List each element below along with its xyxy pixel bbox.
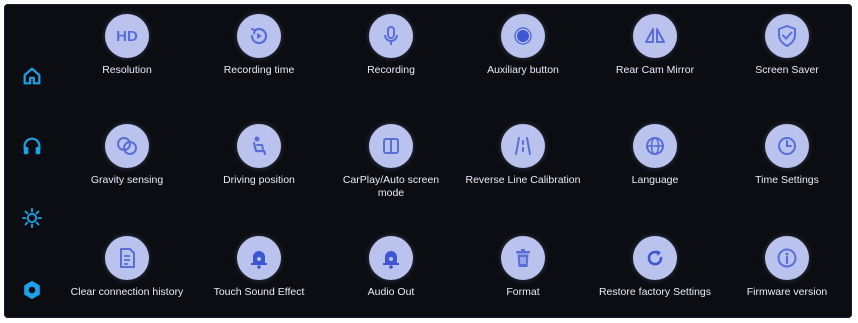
carplay-mode-label: CarPlay/Auto screen mode	[342, 174, 440, 199]
settings-screen: HD Resolution Recording time Recording A…	[4, 4, 852, 318]
auxiliary-button-label: Auxiliary button	[487, 64, 559, 76]
auxiliary-button-tile[interactable]: Auxiliary button	[458, 14, 588, 77]
info-icon	[777, 248, 797, 268]
rear-cam-mirror-label: Rear Cam Mirror	[615, 64, 695, 76]
gravity-sensing-label: Gravity sensing	[90, 174, 164, 186]
svg-text:HD: HD	[116, 28, 138, 45]
recording-label: Recording	[367, 64, 415, 76]
driving-position-label: Driving position	[223, 174, 295, 186]
home-icon	[23, 67, 41, 85]
clear-history-tile[interactable]: Clear connection history	[62, 236, 192, 299]
recording-time-label: Recording time	[223, 64, 295, 76]
shield-icon	[778, 25, 796, 47]
seat-icon	[252, 136, 267, 156]
driving-position-tile[interactable]: Driving position	[194, 124, 324, 187]
format-label: Format	[506, 286, 540, 298]
restore-circle	[633, 236, 677, 280]
restore-label: Restore factory Settings	[598, 286, 712, 298]
touch-sound-label: Touch Sound Effect	[213, 286, 305, 298]
split-screen-icon	[383, 138, 399, 154]
firmware-circle	[765, 236, 809, 280]
clock-icon	[778, 137, 796, 155]
language-tile[interactable]: Language	[590, 124, 720, 187]
audio-out-circle	[369, 236, 413, 280]
carplay-mode-tile[interactable]: CarPlay/Auto screen mode	[326, 124, 456, 200]
driving-position-circle	[237, 124, 281, 168]
sidebar-settings-button[interactable]	[18, 276, 46, 304]
reverse-line-circle	[501, 124, 545, 168]
bell-icon	[251, 251, 267, 269]
gravity-sensing-circle	[105, 124, 149, 168]
language-circle	[633, 124, 677, 168]
restore-tile[interactable]: Restore factory Settings	[590, 236, 720, 299]
reverse-line-label: Reverse Line Calibration	[465, 174, 581, 186]
auxiliary-dot-icon	[514, 27, 532, 45]
recording-time-tile[interactable]: Recording time	[194, 14, 324, 77]
sidebar-headphones-button[interactable]	[18, 132, 46, 160]
mirror-icon	[645, 28, 665, 43]
reverse-line-tile[interactable]: Reverse Line Calibration	[458, 124, 588, 187]
speaker-bell-icon	[383, 251, 399, 269]
screen-saver-label: Screen Saver	[755, 64, 819, 76]
microphone-icon	[384, 26, 398, 45]
time-settings-tile[interactable]: Time Settings	[722, 124, 852, 187]
brightness-icon	[21, 207, 43, 229]
reverse-lines-icon	[515, 137, 531, 155]
language-label: Language	[631, 174, 679, 186]
resolution-circle: HD	[105, 14, 149, 58]
touch-sound-circle	[237, 236, 281, 280]
recording-time-circle	[237, 14, 281, 58]
time-settings-label: Time Settings	[755, 174, 819, 186]
settings-hex-icon	[24, 280, 40, 300]
settings-grid: HD Resolution Recording time Recording A…	[62, 4, 852, 318]
format-circle	[501, 236, 545, 280]
resolution-tile[interactable]: HD Resolution	[62, 14, 192, 77]
recording-tile[interactable]: Recording	[326, 14, 456, 77]
headphones-icon	[23, 137, 41, 155]
clear-history-label: Clear connection history	[70, 286, 184, 298]
touch-sound-tile[interactable]: Touch Sound Effect	[194, 236, 324, 299]
clear-history-icon	[120, 248, 135, 268]
refresh-icon	[647, 250, 663, 266]
rear-cam-mirror-circle	[633, 14, 677, 58]
audio-out-label: Audio Out	[367, 286, 415, 298]
sidebar-brightness-button[interactable]	[18, 204, 46, 232]
sidebar	[4, 4, 66, 318]
sidebar-home-button[interactable]	[18, 62, 46, 90]
recording-time-icon	[250, 27, 268, 45]
trash-icon	[516, 249, 530, 267]
firmware-tile[interactable]: Firmware version	[722, 236, 852, 299]
resolution-label: Resolution	[102, 64, 152, 76]
time-settings-circle	[765, 124, 809, 168]
gravity-sensing-tile[interactable]: Gravity sensing	[62, 124, 192, 187]
firmware-label: Firmware version	[746, 286, 828, 298]
audio-out-tile[interactable]: Audio Out	[326, 236, 456, 299]
clear-history-circle	[105, 236, 149, 280]
carplay-mode-circle	[369, 124, 413, 168]
hd-icon: HD	[116, 28, 138, 45]
screen-saver-tile[interactable]: Screen Saver	[722, 14, 852, 77]
auxiliary-button-circle	[501, 14, 545, 58]
gravity-icon	[117, 137, 137, 155]
format-tile[interactable]: Format	[458, 236, 588, 299]
recording-circle	[369, 14, 413, 58]
globe-icon	[646, 137, 664, 155]
rear-cam-mirror-tile[interactable]: Rear Cam Mirror	[590, 14, 720, 77]
screen-saver-circle	[765, 14, 809, 58]
